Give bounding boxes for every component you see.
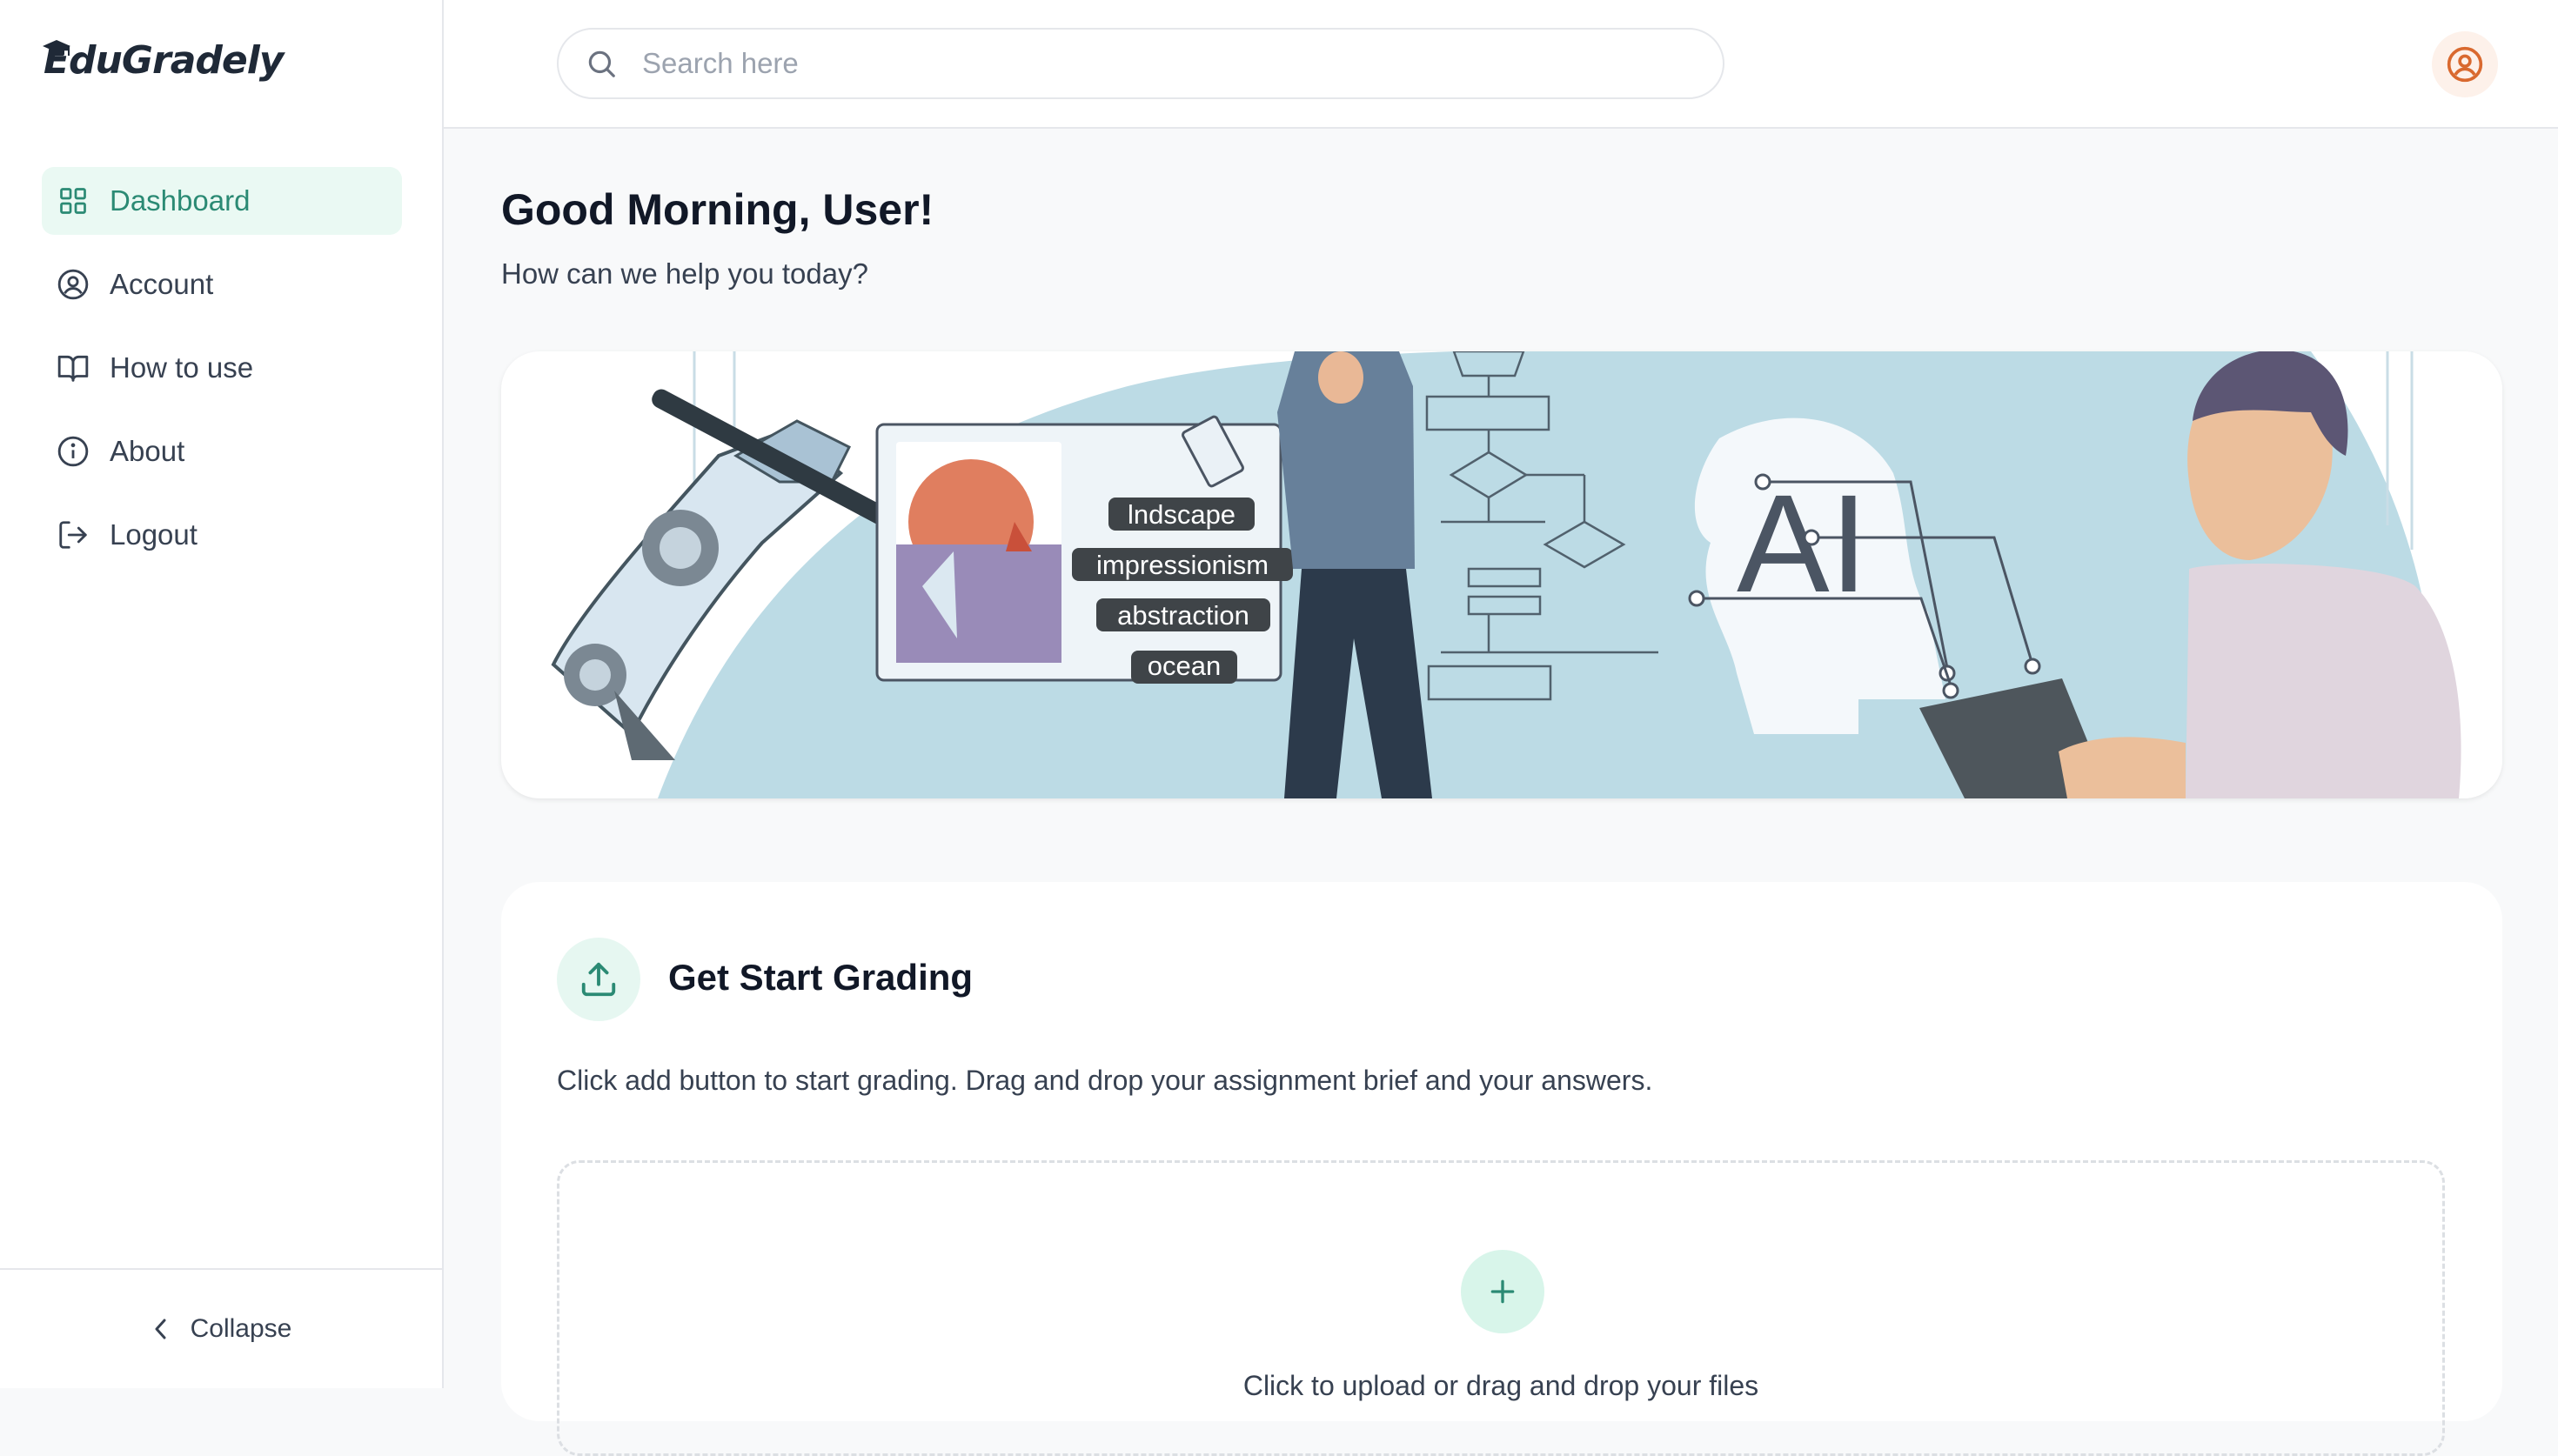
sidebar-item-label: About	[110, 435, 185, 467]
graduation-cap-icon	[43, 40, 70, 56]
sidebar-item-account[interactable]: Account	[42, 250, 402, 318]
banner-tag: lndscape	[1128, 499, 1235, 530]
collapse-label: Collapse	[190, 1314, 292, 1343]
file-dropzone[interactable]: Click to upload or drag and drop your fi…	[557, 1160, 2445, 1456]
sidebar-footer: Collapse	[0, 1268, 442, 1388]
brand-logo[interactable]: EduGradely	[43, 38, 284, 83]
upload-icon	[581, 962, 616, 997]
plus-icon	[1490, 1279, 1515, 1304]
banner-tag: ocean	[1148, 651, 1221, 681]
search-icon	[588, 50, 615, 77]
grading-card: Get Start Grading Click add button to st…	[501, 882, 2502, 1456]
upload-icon-badge	[557, 938, 640, 1021]
page-title: Good Morning, User!	[501, 185, 934, 234]
hero-illustration: lndscape impressionism abstraction ocean	[551, 351, 2502, 798]
sidebar-nav: Dashboard Account How to use About Logou…	[42, 167, 402, 584]
upload-instructions: Click to upload or drag and drop your fi…	[1242, 1370, 1759, 1401]
sidebar-item-logout[interactable]: Logout	[42, 501, 402, 569]
user-circle-icon	[56, 267, 90, 302]
sidebar-item-label: How to use	[110, 351, 254, 384]
banner-tag: impressionism	[1096, 550, 1269, 580]
grading-description: Click add button to start grading. Drag …	[557, 1065, 1653, 1096]
sidebar-item-label: Account	[110, 268, 214, 300]
sidebar-item-about[interactable]: About	[42, 417, 402, 485]
info-icon	[56, 434, 90, 469]
search-bar[interactable]	[557, 28, 1724, 99]
grading-title: Get Start Grading	[668, 957, 974, 998]
collapse-button[interactable]: Collapse	[151, 1314, 292, 1344]
sidebar-item-how-to-use[interactable]: How to use	[42, 334, 402, 402]
grid-icon	[56, 184, 90, 218]
sidebar-item-label: Logout	[110, 518, 198, 551]
sidebar-item-label: Dashboard	[110, 184, 251, 217]
add-file-button[interactable]	[1461, 1250, 1544, 1333]
search-input[interactable]	[640, 46, 1688, 81]
user-circle-icon	[2447, 46, 2483, 83]
brand-name: EduGradely	[44, 38, 284, 83]
banner-tag: abstraction	[1117, 600, 1249, 631]
chevron-left-icon	[155, 1319, 166, 1339]
page-subtitle: How can we help you today?	[501, 257, 868, 290]
logout-icon	[56, 518, 90, 552]
sidebar-item-dashboard[interactable]: Dashboard	[42, 167, 402, 235]
sidebar: EduGradely Dashboard Account How to use …	[0, 0, 444, 1388]
book-icon	[56, 351, 90, 385]
top-bar	[444, 0, 2558, 129]
user-avatar-button[interactable]	[2432, 31, 2498, 97]
hero-banner: lndscape impressionism abstraction ocean	[501, 351, 2502, 798]
